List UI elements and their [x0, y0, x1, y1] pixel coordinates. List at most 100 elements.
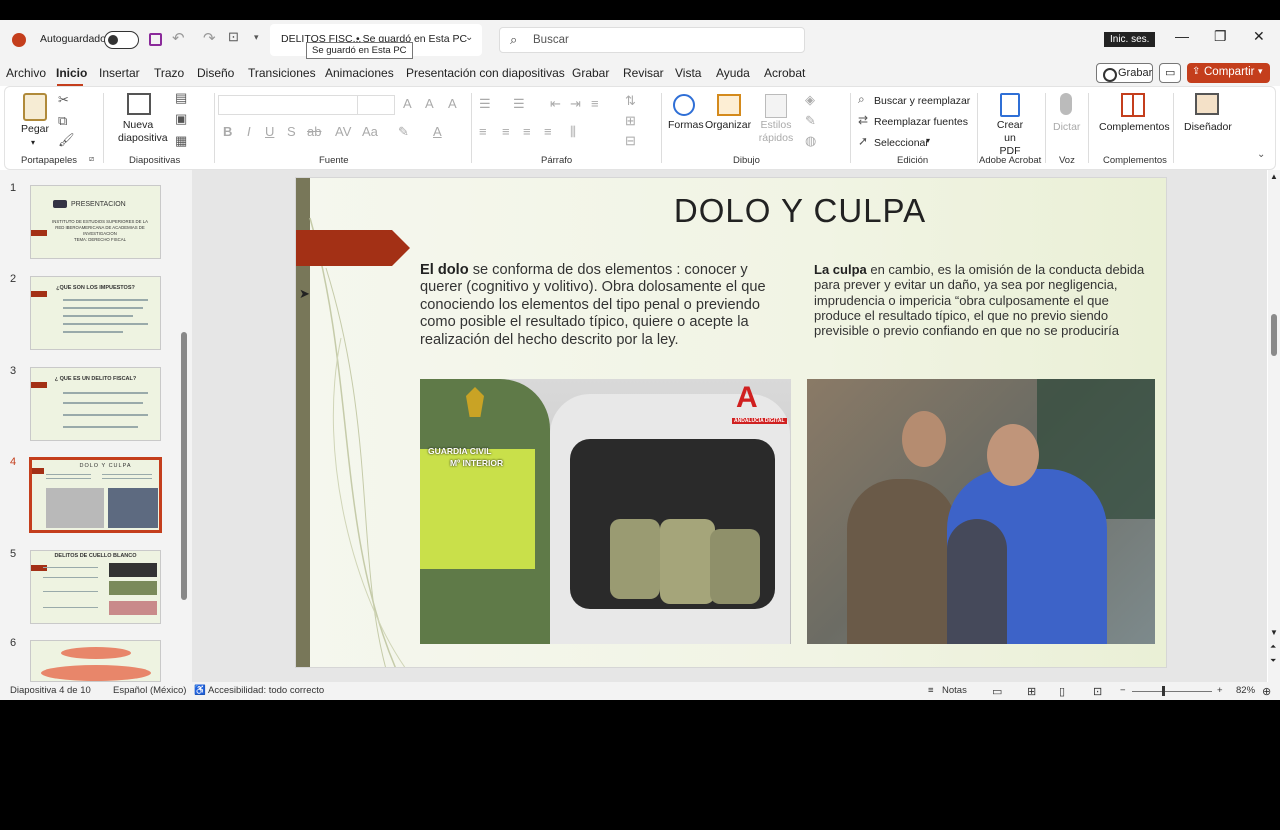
paste-button[interactable]: Pegar: [21, 123, 49, 135]
thumbnail-slide-4-selected[interactable]: DOLO Y CULPA: [29, 457, 162, 533]
microphone-icon[interactable]: [1060, 93, 1072, 115]
highlight-icon[interactable]: ✎: [398, 124, 409, 140]
create-pdf-button[interactable]: Crear un PDF: [994, 119, 1026, 158]
fit-slide-icon[interactable]: ⊕: [1262, 685, 1271, 698]
smartart-icon[interactable]: ⊟: [625, 133, 636, 149]
culpa-embrace-image[interactable]: [807, 379, 1155, 644]
align-text-icon[interactable]: ⊞: [625, 113, 636, 129]
tab-presentacion[interactable]: Presentación con diapositivas: [406, 66, 565, 80]
shrink-font-icon[interactable]: A: [425, 96, 434, 111]
section-icon[interactable]: ▦: [175, 133, 187, 149]
scrollbar-thumb[interactable]: [1271, 314, 1277, 356]
shapes-button[interactable]: Formas: [668, 119, 704, 131]
normal-view-icon[interactable]: ▭: [992, 685, 1002, 698]
tab-ayuda[interactable]: Ayuda: [716, 66, 750, 80]
shadow-icon[interactable]: S: [287, 124, 296, 139]
language-indicator[interactable]: Español (México): [113, 685, 186, 696]
cut-icon[interactable]: ✂: [58, 92, 69, 108]
zoom-slider-handle[interactable]: [1162, 686, 1165, 696]
slideshow-icon[interactable]: ⊡: [1093, 685, 1102, 698]
shape-effects-icon[interactable]: ◍: [805, 133, 816, 149]
layout-icon[interactable]: ▤: [175, 90, 187, 106]
new-slide-icon[interactable]: [127, 93, 151, 115]
autosave-toggle[interactable]: [104, 31, 139, 49]
find-replace-button[interactable]: Buscar y reemplazar: [874, 95, 970, 107]
paste-icon[interactable]: [23, 93, 47, 121]
tab-vista[interactable]: Vista: [675, 66, 701, 80]
guardia-civil-image[interactable]: GUARDIA CIVIL Mº INTERIOR A ANDALUCÍA DI…: [420, 379, 791, 644]
scrollbar-thumb[interactable]: [181, 332, 187, 600]
record-button[interactable]: Grabar: [1096, 63, 1153, 83]
italic-icon[interactable]: I: [247, 124, 251, 139]
search-input[interactable]: Buscar: [533, 34, 569, 46]
present-icon[interactable]: ⊡: [228, 29, 239, 45]
minimize-icon[interactable]: —: [1175, 28, 1189, 44]
next-slide-icon[interactable]: ⏷: [1270, 656, 1276, 666]
create-pdf-icon[interactable]: [1000, 93, 1020, 117]
tab-diseno[interactable]: Diseño: [197, 66, 234, 80]
dialog-launcher-icon[interactable]: ⧄: [89, 154, 94, 164]
columns-icon[interactable]: ⫼: [570, 124, 576, 140]
previous-slide-icon[interactable]: ⏶: [1270, 642, 1276, 652]
restore-icon[interactable]: ❐: [1214, 28, 1227, 45]
clear-format-icon[interactable]: A: [448, 96, 457, 111]
text-direction-icon[interactable]: ⇅: [625, 93, 636, 109]
reset-icon[interactable]: ▣: [175, 111, 187, 127]
zoom-out-icon[interactable]: −: [1120, 685, 1126, 696]
customize-toolbar-icon[interactable]: ▾: [254, 32, 259, 43]
editor-scrollbar[interactable]: ▲ ▼ ⏶ ⏷: [1268, 170, 1280, 682]
tab-trazo[interactable]: Trazo: [154, 66, 184, 80]
bullets-icon[interactable]: ☰: [479, 96, 491, 112]
thumbnail-slide-3[interactable]: ¿ QUE ES UN DELITO FISCAL?: [30, 367, 161, 441]
chevron-down-icon[interactable]: ▾: [31, 138, 35, 147]
grow-font-icon[interactable]: A: [403, 96, 412, 111]
culpa-paragraph[interactable]: La culpa en cambio, es la omisión de la …: [814, 262, 1159, 338]
share-button[interactable]: ⇪ Compartir ▾: [1187, 63, 1270, 83]
align-left-icon[interactable]: ≡: [479, 124, 487, 139]
redo-icon[interactable]: ↷: [203, 29, 216, 47]
shape-fill-icon[interactable]: ◈: [805, 92, 815, 108]
thumbnail-slide-2[interactable]: ¿QUE SON LOS IMPUESTOS?: [30, 276, 161, 350]
tab-archivo[interactable]: Archivo: [6, 66, 46, 80]
zoom-in-icon[interactable]: +: [1217, 685, 1223, 696]
thumbnail-slide-1[interactable]: PRESENTACION INSTITUTO DE ESTUDIOS SUPER…: [30, 185, 161, 259]
designer-button[interactable]: Diseñador: [1184, 121, 1232, 133]
save-icon[interactable]: [149, 33, 162, 46]
thumbnail-slide-5[interactable]: DELITOS DE CUELLO BLANCO: [30, 550, 161, 624]
designer-icon[interactable]: [1195, 93, 1219, 115]
tab-animaciones[interactable]: Animaciones: [325, 66, 394, 80]
change-case-icon[interactable]: Aa: [362, 124, 378, 139]
comments-button[interactable]: ▭: [1159, 63, 1181, 83]
tab-revisar[interactable]: Revisar: [623, 66, 664, 80]
chevron-down-icon[interactable]: ▾: [926, 136, 930, 145]
format-painter-icon[interactable]: 🖌: [58, 132, 75, 148]
strikethrough-icon[interactable]: ab: [307, 124, 321, 139]
scroll-up-icon[interactable]: ▲: [1270, 172, 1278, 181]
arrange-icon[interactable]: [717, 94, 741, 116]
tab-grabar[interactable]: Grabar: [572, 66, 609, 80]
font-name-dropdown[interactable]: [218, 95, 358, 115]
font-color-icon[interactable]: A: [433, 124, 442, 139]
thumbnail-slide-6[interactable]: [30, 640, 161, 682]
tab-inicio[interactable]: Inicio: [56, 66, 87, 80]
slide-canvas[interactable]: DOLO Y CULPA El dolo se conforma de dos …: [295, 177, 1167, 668]
thumbnails-scrollbar[interactable]: [180, 322, 188, 830]
slide-title[interactable]: DOLO Y CULPA: [606, 192, 994, 230]
reading-view-icon[interactable]: ▯: [1059, 685, 1065, 698]
justify-icon[interactable]: ≡: [544, 124, 552, 139]
align-center-icon[interactable]: ≡: [502, 124, 510, 139]
replace-fonts-button[interactable]: Reemplazar fuentes: [874, 116, 968, 128]
slide-sorter-icon[interactable]: ⊞: [1027, 685, 1036, 698]
select-button[interactable]: Seleccionar: [874, 137, 929, 149]
bold-icon[interactable]: B: [223, 124, 232, 139]
addins-icon[interactable]: [1121, 93, 1145, 117]
increase-indent-icon[interactable]: ⇥: [570, 96, 581, 112]
quick-styles-button[interactable]: Estilos rápidos: [758, 119, 794, 145]
tab-transiciones[interactable]: Transiciones: [248, 66, 316, 80]
line-spacing-icon[interactable]: ≡: [591, 96, 599, 111]
search-box[interactable]: ⌕ Buscar: [499, 27, 805, 53]
underline-icon[interactable]: U: [265, 124, 274, 139]
shapes-icon[interactable]: [673, 94, 695, 116]
zoom-level[interactable]: 82%: [1236, 685, 1255, 696]
align-right-icon[interactable]: ≡: [523, 124, 531, 139]
